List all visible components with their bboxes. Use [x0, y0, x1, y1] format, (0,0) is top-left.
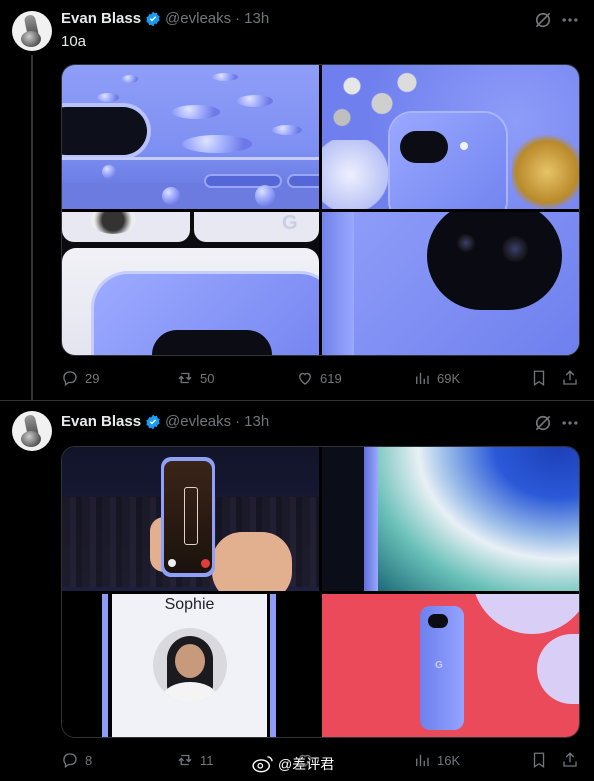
- view-count: 16K: [437, 752, 461, 768]
- reply-count: 8: [85, 752, 93, 768]
- weibo-logo-icon: [252, 756, 273, 773]
- tweet-time[interactable]: 13h: [244, 413, 269, 430]
- bookmark-icon[interactable]: [530, 751, 548, 769]
- author-avatar[interactable]: [12, 411, 52, 451]
- author-avatar[interactable]: [12, 11, 52, 51]
- repost-count: 50: [200, 370, 215, 386]
- more-options-icon[interactable]: [560, 10, 580, 30]
- author-name[interactable]: Evan Blass: [61, 10, 141, 27]
- repost-icon: [178, 754, 192, 766]
- reply-button[interactable]: 29: [61, 369, 99, 387]
- more-options-icon[interactable]: [560, 413, 580, 433]
- media-image-phone-in-hand[interactable]: [62, 447, 319, 591]
- watermark: @差评君: [252, 754, 334, 774]
- grok-icon[interactable]: [533, 413, 553, 433]
- media-image-materials[interactable]: [322, 65, 579, 209]
- views-icon: [416, 754, 429, 766]
- time-separator: ·: [235, 10, 241, 27]
- view-count: 69K: [437, 370, 461, 386]
- media-image-camera-closeup[interactable]: G: [62, 212, 319, 355]
- views-icon: [416, 372, 429, 384]
- views-button[interactable]: 16K: [413, 751, 460, 769]
- tweet-1[interactable]: Evan Blass @evleaks · 13h 10a G 29 50 61…: [0, 0, 594, 400]
- media-image-phone-product[interactable]: G: [322, 594, 579, 737]
- repost-icon: [178, 372, 192, 384]
- contact-name: Sophie: [164, 596, 215, 613]
- media-image-wallpaper[interactable]: [322, 447, 579, 591]
- bookmark-icon[interactable]: [530, 369, 548, 387]
- grok-icon[interactable]: [533, 10, 553, 30]
- author-name[interactable]: Evan Blass: [61, 413, 141, 430]
- author-handle[interactable]: @evleaks: [165, 413, 231, 430]
- tweet-text: 10a: [61, 33, 87, 50]
- reply-icon: [63, 753, 77, 769]
- repost-button[interactable]: 50: [176, 369, 214, 387]
- media-image-contact-card[interactable]: Sophie: [62, 594, 319, 737]
- heart-icon: [299, 372, 311, 385]
- share-icon[interactable]: [561, 751, 579, 769]
- like-button[interactable]: 619: [296, 369, 342, 387]
- repost-button[interactable]: 11: [176, 751, 214, 769]
- tweet-2[interactable]: Evan Blass @evleaks · 13h Sophie G 8 11 …: [0, 401, 594, 781]
- share-icon[interactable]: [561, 369, 579, 387]
- contact-avatar: [153, 628, 227, 702]
- thread-line: [31, 55, 33, 400]
- media-grid[interactable]: Sophie G: [61, 446, 580, 738]
- reply-count: 29: [85, 370, 100, 386]
- reply-icon: [63, 371, 77, 387]
- author-handle[interactable]: @evleaks: [165, 10, 231, 27]
- media-image-waterdrops[interactable]: [62, 65, 319, 209]
- media-image-camera-bar[interactable]: [322, 212, 579, 355]
- repost-count: 11: [200, 752, 214, 768]
- verified-badge-icon: [146, 414, 160, 429]
- verified-badge-icon: [146, 11, 160, 26]
- views-button[interactable]: 69K: [413, 369, 460, 387]
- time-separator: ·: [235, 413, 241, 430]
- reply-button[interactable]: 8: [61, 751, 92, 769]
- media-grid[interactable]: G: [61, 64, 580, 356]
- tweet-time[interactable]: 13h: [244, 10, 269, 27]
- like-count: 619: [320, 370, 342, 386]
- watermark-text: @差评君: [278, 756, 335, 772]
